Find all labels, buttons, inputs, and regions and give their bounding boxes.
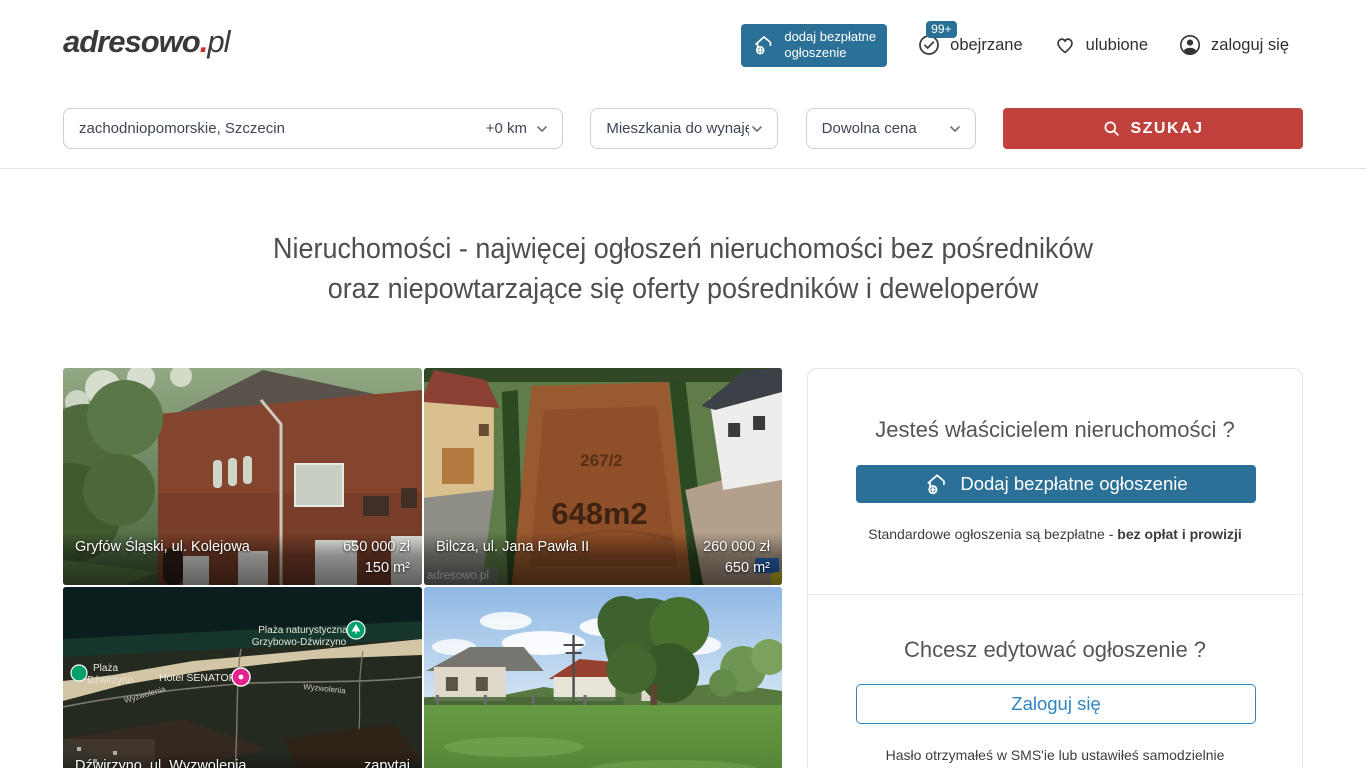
listing-grid: Gryfów Śląski, ul. Kolejowa 650 000 zł 1… bbox=[63, 368, 782, 768]
category-value: Mieszkania do wynajęcia bbox=[606, 120, 749, 137]
listing-overlay: Dźwirzyno, ul. Wyzwolenia zapytaj o cenę bbox=[63, 751, 422, 768]
radius-value: +0 km bbox=[486, 120, 527, 137]
owner-note-bold: bez opłat i prowizji bbox=[1117, 526, 1241, 542]
viewed-count-badge: 99+ bbox=[926, 21, 956, 38]
listing-location: Dźwirzyno, ul. Wyzwolenia bbox=[75, 758, 247, 768]
owner-panel: Jesteś właścicielem nieruchomości ? Doda… bbox=[807, 368, 1303, 768]
edit-heading: Chcesz edytować ogłoszenie ? bbox=[808, 637, 1302, 663]
heart-icon bbox=[1053, 33, 1077, 57]
map-label-beach-left-line2: Dźwirzyno bbox=[87, 675, 134, 686]
owner-note: Standardowe ogłoszenia są bezpłatne - be… bbox=[808, 526, 1302, 542]
location-input[interactable]: zachodniopomorskie, Szczecin +0 km bbox=[63, 108, 563, 149]
login-button[interactable]: zaloguj się bbox=[1178, 33, 1289, 57]
chevron-down-icon bbox=[749, 121, 765, 137]
edit-section: Chcesz edytować ogłoszenie ? Zaloguj się… bbox=[808, 595, 1302, 763]
listing-overlay: Bilcza, ul. Jana Pawła II 260 000 zł 650… bbox=[424, 532, 782, 585]
page-title-line2: oraz niepowtarzające się oferty pośredni… bbox=[328, 273, 1039, 305]
listing-area: 650 m² bbox=[436, 560, 770, 576]
add-free-listing-button[interactable]: Dodaj bezpłatne ogłoszenie bbox=[856, 465, 1256, 503]
listing-card[interactable]: Grójec, ul. Bagienna 891 000 zł bbox=[424, 587, 782, 768]
listing-location: Bilcza, ul. Jana Pawła II bbox=[436, 539, 589, 555]
chevron-down-icon bbox=[534, 121, 550, 137]
search-submit-button[interactable]: SZUKAJ bbox=[1003, 108, 1303, 149]
brand-logo-main: adresowo bbox=[63, 24, 200, 59]
brand-logo-tld: pl bbox=[207, 24, 229, 59]
add-listing-line2: ogłoszenie bbox=[784, 45, 846, 60]
add-listing-button[interactable]: dodaj bezpłatne ogłoszenie bbox=[741, 24, 887, 67]
page-title: Nieruchomości - najwięcej ogłoszeń nieru… bbox=[48, 229, 1318, 309]
price-dropdown[interactable]: Dowolna cena bbox=[806, 108, 976, 149]
add-listing-line1: dodaj bezpłatne bbox=[784, 29, 876, 44]
map-label-beach-top-line2: Grzybowo-Dźwirzyno bbox=[252, 637, 347, 648]
house-plus-icon bbox=[752, 33, 776, 57]
owner-section: Jesteś właścicielem nieruchomości ? Doda… bbox=[808, 369, 1302, 595]
listing-card[interactable]: Gryfów Śląski, ul. Kolejowa 650 000 zł 1… bbox=[63, 368, 422, 585]
chevron-down-icon bbox=[947, 121, 963, 137]
price-value: Dowolna cena bbox=[822, 120, 947, 137]
listing-price: 650 000 zł bbox=[343, 539, 410, 555]
login-label: zaloguj się bbox=[1211, 36, 1289, 55]
edit-note: Hasło otrzymałeś w SMS'ie lub ustawiłeś … bbox=[808, 747, 1302, 763]
page-title-line1: Nieruchomości - najwięcej ogłoszeń nieru… bbox=[273, 233, 1093, 265]
listing-card[interactable]: Plaża naturystyczna Grzybowo-Dźwirzyno P… bbox=[63, 587, 422, 768]
property-photo: Plaża naturystyczna Grzybowo-Dźwirzyno P… bbox=[63, 587, 422, 768]
brand-logo[interactable]: adresowo.pl bbox=[63, 24, 229, 60]
photo-plot-area: 648m2 bbox=[551, 496, 647, 531]
top-header: adresowo.pl dodaj bezpłatne ogłoszenie bbox=[0, 0, 1366, 88]
map-label-hotel: Hotel SENATOR bbox=[159, 672, 237, 684]
sidebar-login-button[interactable]: Zaloguj się bbox=[856, 684, 1256, 724]
radius-dropdown[interactable]: +0 km bbox=[486, 120, 550, 137]
favorites-button[interactable]: ulubione bbox=[1053, 33, 1148, 57]
map-label-beach-left-line1: Plaża bbox=[93, 663, 118, 674]
house-plus-icon bbox=[924, 471, 950, 497]
header-actions: dodaj bezpłatne ogłoszenie 99+ obejrzane… bbox=[741, 24, 1289, 67]
listing-card[interactable]: 267/2 648m2 adresowo.pl Bilcza, ul. Jana… bbox=[424, 368, 782, 585]
search-submit-label: SZUKAJ bbox=[1130, 120, 1203, 138]
viewed-button[interactable]: 99+ obejrzane bbox=[917, 33, 1022, 57]
search-bar: zachodniopomorskie, Szczecin +0 km Miesz… bbox=[63, 108, 1303, 149]
owner-note-regular: Standardowe ogłoszenia są bezpłatne - bbox=[868, 526, 1117, 542]
user-circle-icon bbox=[1178, 33, 1202, 57]
listing-price: zapytaj bbox=[364, 758, 410, 768]
listing-overlay: Gryfów Śląski, ul. Kolejowa 650 000 zł 1… bbox=[63, 532, 422, 585]
category-dropdown[interactable]: Mieszkania do wynajęcia bbox=[590, 108, 778, 149]
listing-price: 260 000 zł bbox=[703, 539, 770, 555]
map-label-beach-top-line1: Plaża naturystyczna bbox=[258, 625, 348, 636]
header-divider bbox=[0, 168, 1366, 169]
listing-location: Gryfów Śląski, ul. Kolejowa bbox=[75, 539, 250, 555]
favorites-label: ulubione bbox=[1086, 36, 1148, 55]
location-value: zachodniopomorskie, Szczecin bbox=[79, 120, 285, 137]
add-listing-label: dodaj bezpłatne ogłoszenie bbox=[784, 29, 876, 62]
add-free-listing-label: Dodaj bezpłatne ogłoszenie bbox=[960, 473, 1187, 495]
photo-plot-number: 267/2 bbox=[580, 451, 622, 470]
search-icon bbox=[1102, 119, 1121, 138]
owner-heading: Jesteś właścicielem nieruchomości ? bbox=[808, 417, 1302, 443]
property-photo bbox=[424, 587, 782, 768]
listing-area: 150 m² bbox=[75, 560, 410, 576]
viewed-label: obejrzane bbox=[950, 36, 1022, 55]
